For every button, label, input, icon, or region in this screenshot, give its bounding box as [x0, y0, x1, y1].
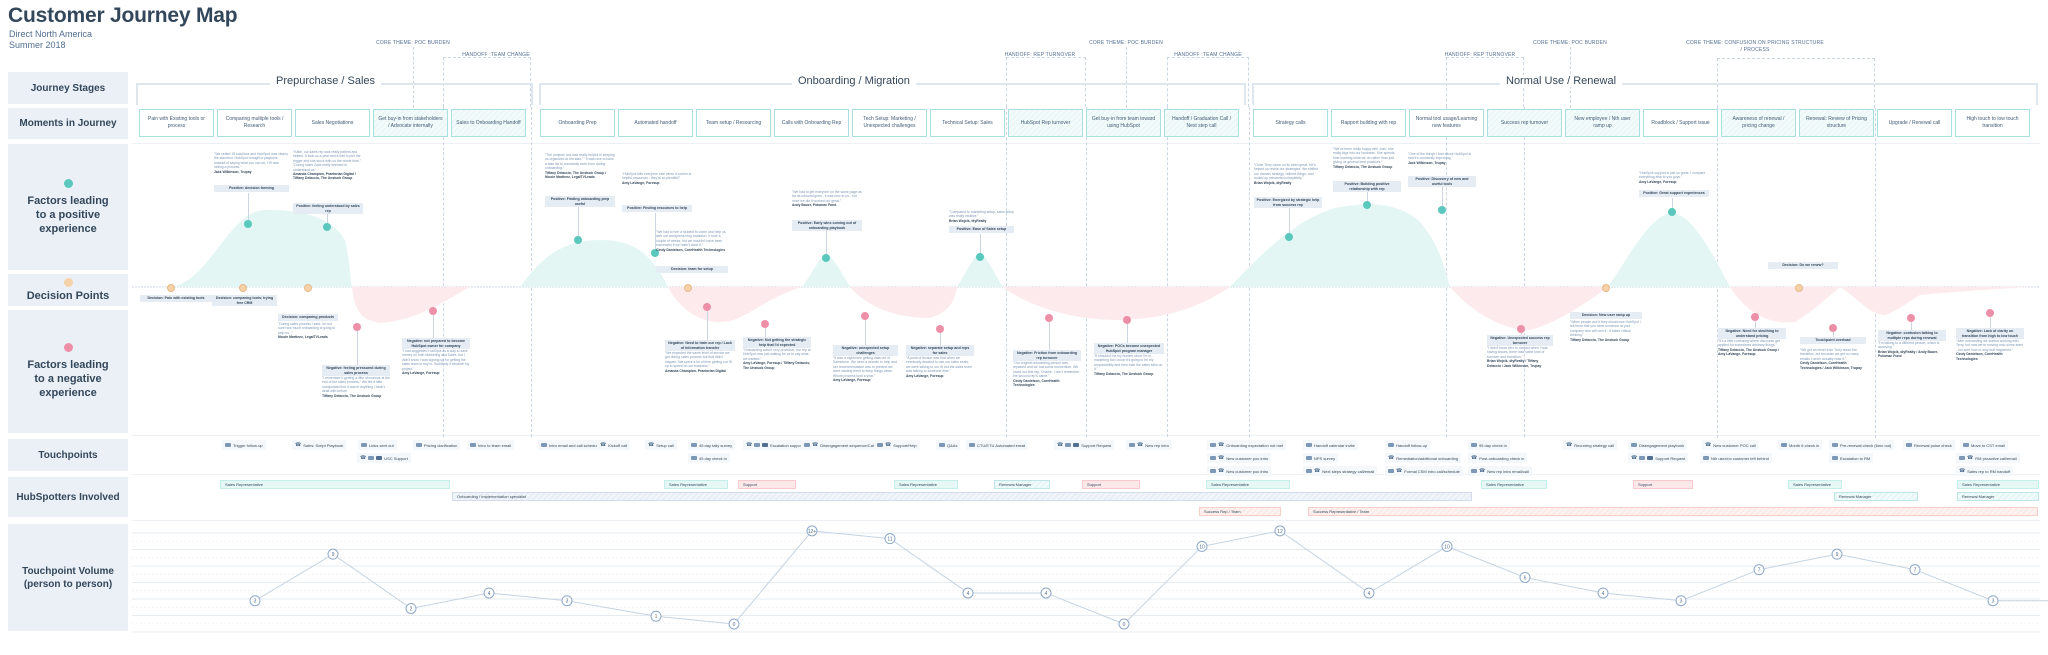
volume-point-label: 11: [887, 537, 892, 543]
volume-point-label: 9: [332, 552, 335, 558]
volume-point-label: 0: [1123, 622, 1126, 628]
volume-point-label: 3: [1992, 599, 1995, 605]
volume-point-label: 1: [655, 614, 658, 620]
volume-point: 7: [1753, 564, 1765, 576]
volume-point-label: 7: [1758, 568, 1761, 574]
volume-point-label: 12: [1277, 529, 1283, 535]
volume-point: 0: [1118, 618, 1130, 630]
volume-point: 3: [1675, 595, 1687, 607]
volume-line: [254, 530, 2048, 625]
volume-point: 12+: [806, 525, 818, 537]
volume-point-label: 12+: [808, 529, 817, 535]
volume-point: 4: [962, 587, 974, 599]
volume-point-label: 0: [733, 622, 736, 628]
volume-point: 10: [1196, 540, 1208, 552]
volume-point: 2: [405, 602, 417, 614]
volume-point-label: 4: [488, 591, 491, 597]
touchpoint-volume-chart: 392431012+11440101241064379733: [132, 525, 2048, 633]
volume-point-label: 3: [254, 599, 257, 605]
volume-point: 3: [1987, 595, 1999, 607]
volume-point-label: 4: [1602, 591, 1605, 597]
volume-point: 0: [728, 618, 740, 630]
volume-point: 3: [249, 595, 261, 607]
volume-point: 4: [483, 587, 495, 599]
volume-point: 7: [1909, 564, 1921, 576]
volume-point: 12: [1274, 525, 1286, 537]
volume-point-label: 9: [1836, 552, 1839, 558]
volume-point: 11: [884, 533, 896, 545]
volume-point-label: 4: [967, 591, 970, 597]
volume-point: 4: [1040, 587, 1052, 599]
volume-point-label: 3: [566, 599, 569, 605]
volume-point: 1: [650, 610, 662, 622]
volume-point-label: 2: [410, 606, 413, 612]
volume-point: 3: [561, 595, 573, 607]
volume-point: 4: [1597, 587, 1609, 599]
volume-point-label: 4: [1045, 591, 1048, 597]
volume-point: 4: [1363, 587, 1375, 599]
volume-point: 10: [1441, 540, 1453, 552]
volume-point-label: 10: [1444, 544, 1450, 550]
volume-point: 9: [1831, 548, 1843, 560]
volume-point-label: 6: [1524, 575, 1527, 581]
volume-point-label: 3: [1680, 599, 1683, 605]
volume-point-label: 4: [1368, 591, 1371, 597]
volume-point-label: 7: [1914, 568, 1917, 574]
volume-point-label: 10: [1199, 544, 1205, 550]
volume-point: 6: [1519, 571, 1531, 583]
volume-point: 9: [327, 548, 339, 560]
